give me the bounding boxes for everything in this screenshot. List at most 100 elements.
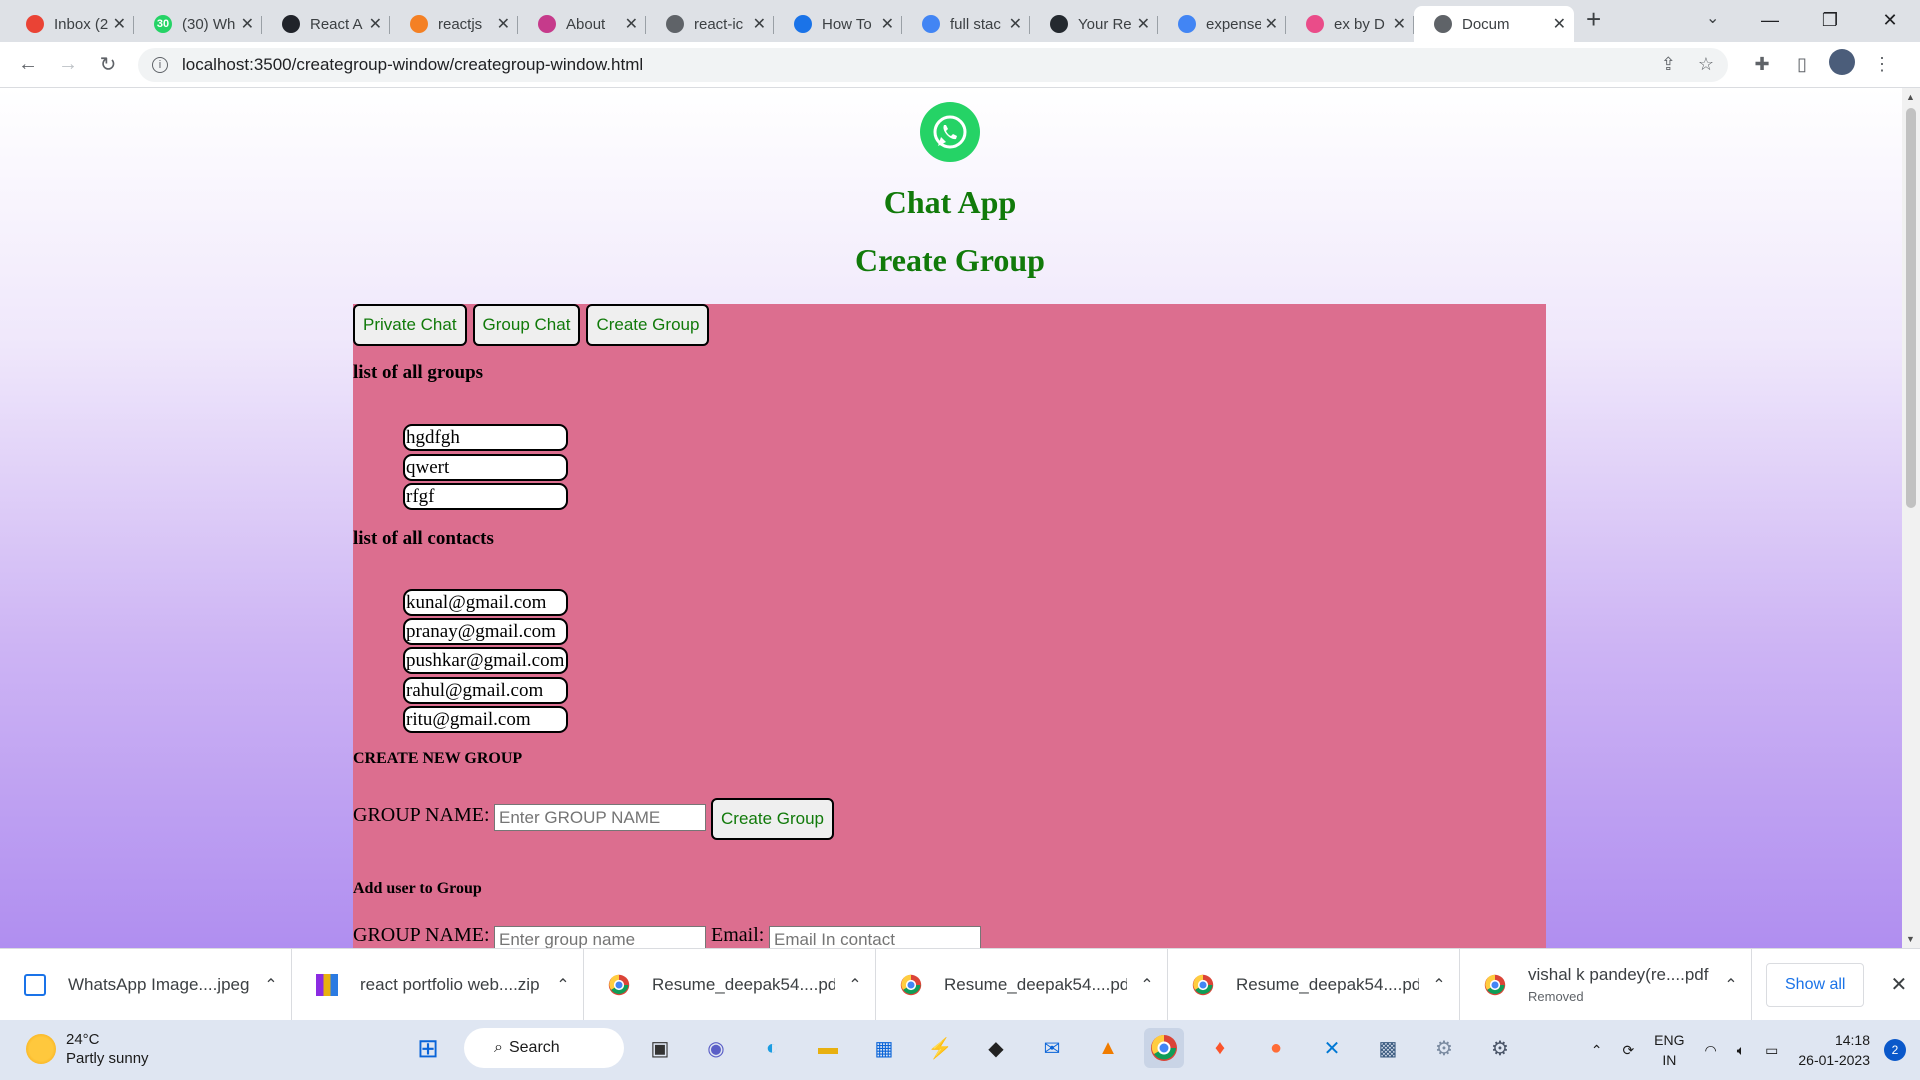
tab-close-icon[interactable]: ✕ <box>625 14 638 34</box>
menu-icon[interactable]: ⋮ <box>1862 54 1902 75</box>
create-group-button[interactable]: Create Group <box>711 798 834 840</box>
browser-tab[interactable]: Inbox (2 ✕ <box>6 6 134 42</box>
app-icon[interactable]: ⚙ <box>1424 1028 1464 1068</box>
task-view-icon[interactable]: ▣ <box>640 1028 680 1068</box>
browser-tab[interactable]: react-ic ✕ <box>646 6 774 42</box>
vlc-icon[interactable]: ▲ <box>1088 1028 1128 1068</box>
reload-icon[interactable]: ↻ <box>88 52 128 77</box>
taskbar-search[interactable]: ⌕ Search <box>464 1028 624 1068</box>
browser-tab[interactable]: reactjs ✕ <box>390 6 518 42</box>
dropbox-icon[interactable]: ◆ <box>976 1028 1016 1068</box>
notification-badge[interactable]: 2 <box>1884 1039 1906 1061</box>
browser-tab[interactable]: Docum ✕ <box>1414 6 1574 42</box>
extensions-icon[interactable]: ✚ <box>1742 54 1782 75</box>
file-explorer-icon[interactable]: ▬ <box>808 1028 848 1068</box>
create-group-nav-button[interactable]: Create Group <box>586 304 710 346</box>
wifi-icon[interactable]: ◠ <box>1705 1042 1717 1059</box>
tab-search-chevron-icon[interactable]: ⌄ <box>1706 8 1719 28</box>
scroll-up-icon[interactable]: ▲ <box>1906 92 1915 102</box>
minimize-icon[interactable]: — <box>1740 0 1800 40</box>
contact-item[interactable]: ritu@gmail.com <box>403 706 568 733</box>
site-info-icon[interactable]: i <box>152 56 168 73</box>
edge-icon[interactable]: ◐ <box>752 1028 792 1068</box>
chevron-up-icon[interactable]: ⌃ <box>543 975 583 995</box>
browser-tab[interactable]: 30 (30) Wh ✕ <box>134 6 262 42</box>
show-all-button[interactable]: Show all <box>1766 962 1865 1007</box>
browser-tab[interactable]: About ✕ <box>518 6 646 42</box>
browser-tab[interactable]: Your Re ✕ <box>1030 6 1158 42</box>
tab-close-icon[interactable]: ✕ <box>369 14 382 34</box>
chrome-taskbar-icon[interactable] <box>1144 1028 1184 1068</box>
profile-avatar[interactable] <box>1822 49 1862 80</box>
add-group-name-input[interactable]: Enter group name <box>494 926 706 948</box>
close-window-icon[interactable]: ✕ <box>1860 0 1920 40</box>
download-item[interactable]: Resume_deepak54....pdf ⌃ <box>876 948 1168 1021</box>
tab-close-icon[interactable]: ✕ <box>1265 14 1278 34</box>
group-item[interactable]: rfgf <box>403 483 568 510</box>
tab-close-icon[interactable]: ✕ <box>1137 14 1150 34</box>
power-automate-icon[interactable]: ⚡ <box>920 1028 960 1068</box>
back-icon[interactable]: ← <box>8 53 48 76</box>
contact-item[interactable]: rahul@gmail.com <box>403 677 568 704</box>
scroll-thumb[interactable] <box>1906 108 1916 508</box>
browser-tab[interactable]: How To ✕ <box>774 6 902 42</box>
restore-icon[interactable]: ❐ <box>1800 0 1860 40</box>
vscode-icon[interactable]: ✕ <box>1312 1028 1352 1068</box>
address-bar[interactable]: i localhost:3500/creategroup-window/crea… <box>138 47 1728 82</box>
browser-tab[interactable]: expense ✕ <box>1158 6 1286 42</box>
download-item[interactable]: vishal k pandey(re....pdf Removed ⌃ <box>1460 948 1752 1021</box>
store-icon[interactable]: ▦ <box>864 1028 904 1068</box>
tab-close-icon[interactable]: ✕ <box>241 14 254 34</box>
brave-icon[interactable]: ♦ <box>1200 1028 1240 1068</box>
browser-tab[interactable]: full stac ✕ <box>902 6 1030 42</box>
url-text[interactable]: localhost:3500/creategroup-window/create… <box>182 55 1639 75</box>
tab-close-icon[interactable]: ✕ <box>1009 14 1022 34</box>
battery-icon[interactable]: ▭ <box>1765 1042 1778 1059</box>
chevron-up-icon[interactable]: ⌃ <box>835 975 875 995</box>
forward-icon[interactable]: → <box>48 53 88 76</box>
mail-icon[interactable]: ✉ <box>1032 1028 1072 1068</box>
tab-close-icon[interactable]: ✕ <box>497 14 510 34</box>
contact-item[interactable]: pranay@gmail.com <box>403 618 568 645</box>
tab-close-icon[interactable]: ✕ <box>1393 14 1406 34</box>
private-chat-button[interactable]: Private Chat <box>353 304 467 346</box>
new-tab-icon[interactable]: + <box>1574 4 1613 39</box>
download-item[interactable]: Resume_deepak54....pdf ⌃ <box>584 948 876 1021</box>
page-scrollbar[interactable]: ▲ ▼ <box>1902 88 1920 948</box>
clock[interactable]: 14:18 26-01-2023 <box>1798 1030 1870 1070</box>
weather-widget[interactable]: 24°C Partly sunny <box>26 1030 149 1068</box>
terminal-icon[interactable]: ▩ <box>1368 1028 1408 1068</box>
volume-icon[interactable]: 🔈︎ <box>1737 1042 1745 1059</box>
chevron-up-icon[interactable]: ⌃ <box>1419 975 1459 995</box>
contact-item[interactable]: pushkar@gmail.com <box>403 647 568 674</box>
browser-tab[interactable]: ex by D ✕ <box>1286 6 1414 42</box>
scroll-down-icon[interactable]: ▼ <box>1906 934 1915 944</box>
side-panel-icon[interactable]: ▯ <box>1782 54 1822 75</box>
sync-icon[interactable]: ⟳ <box>1622 1042 1634 1059</box>
download-item[interactable]: WhatsApp Image....jpeg ⌃ <box>0 948 292 1021</box>
settings-icon[interactable]: ⚙ <box>1480 1028 1520 1068</box>
tab-close-icon[interactable]: ✕ <box>1553 14 1566 34</box>
group-chat-button[interactable]: Group Chat <box>472 304 581 346</box>
share-icon[interactable]: ⇪ <box>1661 54 1676 75</box>
tab-close-icon[interactable]: ✕ <box>881 14 894 34</box>
group-name-input[interactable]: Enter GROUP NAME <box>494 804 706 831</box>
group-item[interactable]: qwert <box>403 454 568 481</box>
download-item[interactable]: Resume_deepak54....pdf ⌃ <box>1168 948 1460 1021</box>
chevron-up-icon[interactable]: ⌃ <box>1127 975 1167 995</box>
chevron-up-icon[interactable]: ⌃ <box>1711 975 1751 995</box>
language-indicator[interactable]: ENG IN <box>1654 1030 1684 1070</box>
bookmark-star-icon[interactable]: ☆ <box>1698 54 1714 75</box>
tab-close-icon[interactable]: ✕ <box>113 14 126 34</box>
download-item[interactable]: react portfolio web....zip ⌃ <box>292 948 584 1021</box>
chevron-up-icon[interactable]: ⌃ <box>251 975 291 995</box>
browser-tab[interactable]: React A ✕ <box>262 6 390 42</box>
hidden-icons-chevron-icon[interactable]: ⌃ <box>1591 1042 1603 1059</box>
tab-close-icon[interactable]: ✕ <box>753 14 766 34</box>
close-download-bar-icon[interactable]: ✕ <box>1890 972 1907 997</box>
start-icon[interactable]: ⊞ <box>408 1028 448 1068</box>
teams-chat-icon[interactable]: ◉ <box>696 1028 736 1068</box>
postman-icon[interactable]: ● <box>1256 1028 1296 1068</box>
email-input[interactable]: Email In contact <box>769 926 981 948</box>
group-item[interactable]: hgdfgh <box>403 424 568 451</box>
